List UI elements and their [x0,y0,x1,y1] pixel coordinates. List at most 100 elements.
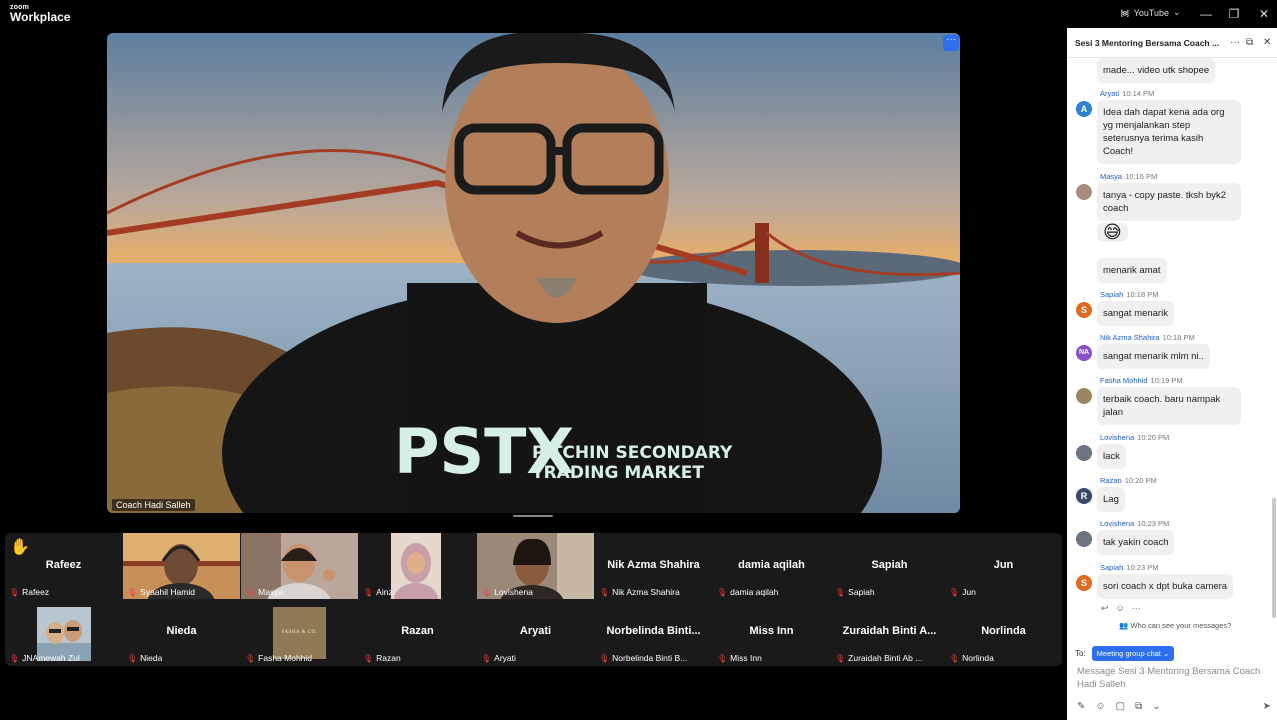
signal-icon: ᯼ [1120,8,1130,18]
message-text: lack [1097,444,1126,469]
participant-tile-aryati[interactable]: Aryati 🎙 Aryati [477,599,594,665]
close-window-button[interactable]: ✕ [1256,6,1272,22]
restore-button[interactable]: ❐ [1226,6,1242,22]
more-actions-icon[interactable]: ··· [1132,603,1141,614]
participant-tile-nik-azma-shahira[interactable]: Nik Azma Shahira 🎙 Nik Azma Shahira [595,533,712,599]
message-time: 10:20 PM [1124,476,1157,485]
mic-muted-icon: 🎙 [835,587,846,597]
participant-tile-norlinda[interactable]: Norlinda 🎙 Norlinda [945,599,1062,665]
participant-display-name: Nieda [166,625,197,637]
avatar[interactable] [1076,531,1092,547]
participant-video [391,533,441,599]
avatar[interactable] [1076,388,1092,404]
sender-name[interactable]: Fasha Mohhid [1100,376,1148,385]
send-icon[interactable]: ➤ [1263,701,1271,712]
mic-muted-icon: 🎙 [949,587,960,597]
participant-tile-jun[interactable]: Jun 🎙 Jun [945,533,1062,599]
message-text: sangat menarik mlm ni.. [1097,344,1210,369]
video-more-button[interactable]: ··· [943,35,959,51]
mic-muted-icon: 🎙 [245,653,256,663]
mic-muted-icon: 🎙 [835,653,846,663]
gallery-scroll-indicator[interactable] [513,515,553,517]
share-source-dropdown[interactable]: ᯼ YouTube ⌄ [1120,6,1181,19]
participant-tile-sapiah[interactable]: Sapiah 🎙 Sapiah [831,533,948,599]
chat-message-list[interactable]: made... video utk shopee Aryati 10:14 PM … [1067,58,1277,618]
recipient-row: To: Meeting group chat ⌄ [1075,646,1175,661]
speaker-video-frame: PSTX PITCHIN SECONDARY TRADING MARKET [107,33,960,513]
mic-muted-icon: 🎙 [949,653,960,663]
chat-more-button[interactable]: ··· [1230,37,1240,48]
mic-muted-icon: 🎙 [127,653,138,663]
participant-display-name: Nik Azma Shahira [607,559,700,571]
message-time: 10:23 PM [1137,519,1170,528]
message-input[interactable]: Message Sesi 3 Mentoring Bersama Coach H… [1077,665,1267,691]
avatar[interactable]: NA [1076,345,1092,361]
avatar[interactable]: A [1076,101,1092,117]
reply-icon[interactable]: ↩ [1101,603,1109,614]
sender-name[interactable]: Sapiah [1100,290,1123,299]
chat-scrollbar[interactable] [1272,498,1276,618]
participant-tile-zuraidah[interactable]: Zuraidah Binti A... 🎙 Zuraidah Binti Ab .… [831,599,948,665]
speaker-name-label: Coach Hadi Salleh [112,499,195,511]
close-chat-button[interactable]: ✕ [1263,37,1271,48]
participant-tile-jnamewah-zul[interactable]: 🎙 JNAmewah Zul [5,599,122,665]
message-text: tak yakin coach [1097,530,1175,555]
participant-tile-nieda[interactable]: Nieda 🎙 Nieda [123,599,240,665]
emoji-reaction-icon[interactable]: ☺ [1116,603,1125,614]
popout-icon[interactable]: ⧉ [1246,37,1253,48]
raised-hand-icon: ✋ [10,539,30,556]
participant-name: Rafeez [22,587,50,597]
participant-tile-damia-aqilah[interactable]: damia aqilah 🎙 damia aqilah [713,533,830,599]
sender-name[interactable]: Nik Azma Shahira [1100,333,1160,342]
shirt-line1: PITCHIN SECONDARY [532,443,733,463]
minimize-button[interactable]: — [1198,6,1214,22]
avatar[interactable]: R [1076,488,1092,504]
participant-name: Ainz [376,587,393,597]
main-speaker-video[interactable]: PSTX PITCHIN SECONDARY TRADING MARKET Co… [107,33,960,513]
mic-muted-icon: 🎙 [363,587,374,597]
participant-display-name: Zuraidah Binti A... [842,625,937,637]
who-can-see-link[interactable]: 👥 Who can see your messages? [1119,621,1231,630]
participant-tile-razan[interactable]: Razan 🎙 Razan [359,599,476,665]
avatar[interactable]: S [1076,302,1092,318]
participant-tile-syaahil-hamid[interactable]: 🎙 Syaahil Hamid [123,533,240,599]
sender-name[interactable]: Aryati [1100,89,1119,98]
participant-display-name: Sapiah [871,559,908,571]
sender-name[interactable]: Lovishena [1100,433,1134,442]
participant-name: Miss Inn [730,653,762,663]
participant-tile-fasha-mohhid[interactable]: FASHA & CO. 🎙 Fasha Mohhid [241,599,358,665]
sender-name[interactable]: Razan [1100,476,1122,485]
recipient-dropdown[interactable]: Meeting group chat ⌄ [1091,646,1175,661]
file-icon[interactable]: ▢ [1116,701,1125,712]
avatar[interactable]: S [1076,575,1092,591]
sender-name[interactable]: Lovishena [1100,519,1134,528]
format-text-icon[interactable]: ✎ [1077,701,1085,712]
mic-muted-icon: 🎙 [717,653,728,663]
emoji-icon[interactable]: ☺ [1095,701,1105,712]
participant-tile-ainz[interactable]: 🎙 Ainz [359,533,476,599]
participant-tile-miss-inn[interactable]: Miss Inn 🎙 Miss Inn [713,599,830,665]
participant-tile-lovishena[interactable]: 🎙 Lovishena [477,533,594,599]
participant-name: Norlinda [962,653,994,663]
people-icon: 👥 [1119,621,1129,630]
participant-name: damia aqilah [730,587,779,597]
sender-name[interactable]: Masya [1100,172,1122,181]
participant-tile-norbelinda[interactable]: Norbelinda Binti... 🎙 Norbelinda Binti B.… [595,599,712,665]
more-options-icon[interactable]: ⌄ [1152,701,1160,712]
message-text: sangat menarik [1097,301,1174,326]
chat-header: Sesi 3 Mentoring Bersama Coach ... ··· ⧉… [1067,28,1277,58]
message-time: 10:19 PM [1150,376,1183,385]
message-text: tanya - copy paste. tksh byk2 coach [1097,183,1241,221]
compose-toolbar: ✎ ☺ ▢ ⧉ ⌄ [1077,701,1161,712]
avatar[interactable] [1076,184,1092,200]
chat-title: Sesi 3 Mentoring Bersama Coach ... [1075,38,1220,48]
participant-tile-masya[interactable]: 🎙 Masya [241,533,358,599]
avatar[interactable] [1076,445,1092,461]
screenshot-icon[interactable]: ⧉ [1135,701,1142,712]
message-text: Idea dah dapat kena ada org yg menjalank… [1097,100,1241,164]
participant-display-name: Aryati [519,625,552,637]
message-emoji: 😅 [1097,223,1128,242]
sender-name[interactable]: Sapiah [1100,563,1123,572]
participant-name: Lovishena [494,587,533,597]
brand-logo: FASHA & CO. [273,607,326,659]
